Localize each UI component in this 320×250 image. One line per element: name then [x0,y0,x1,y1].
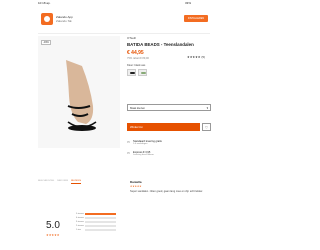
tab-fit[interactable]: PASVORM [57,180,68,184]
tab-reviews[interactable]: REVIEWS [70,180,82,184]
wishlist-heart-icon[interactable]: ♡ [202,123,211,131]
rating-bar-track [85,229,116,231]
truck-icon: ▭ [127,140,130,144]
usp-subtitle: 1-4 werkdagen [133,143,148,145]
rating-bar-label: 5 sterren [76,213,84,215]
product-info: O'Neill BATIDA BEADS - Teenslandalen € 4… [127,36,211,76]
size-select[interactable]: Maat kiezen ▾ [127,104,211,111]
review-card: Daniella ★★★★★ Super sandalen. zitten go… [130,180,210,193]
average-rating: 5.0 [46,220,60,231]
product-brand[interactable]: O'Neill [127,36,211,40]
rating-bar-track [85,221,116,223]
rating-bar-row: 1 ster [76,228,116,232]
average-rating-stars: ★★★★★ [46,233,60,237]
color-swatches [127,69,211,76]
add-to-cart-button[interactable]: Winkel inn [127,123,200,131]
rating-bar-label: 2 sterren [76,225,84,227]
sandal-photo-icon [66,60,97,131]
app-install-banner: Zalando App Zalando SE INSTALLEREN [38,9,210,31]
rating-bar-label: 1 ster [76,229,82,231]
review-tabs: BESCHRIJVING PASVORM REVIEWS [38,180,120,184]
product-rating[interactable]: ★★★★★ (5) [187,55,205,59]
rating-bar-label: 4 sterren [76,217,84,219]
review-stars: ★★★★★ [130,185,142,188]
zalando-app-icon [41,13,53,25]
tab-description[interactable]: BESCHRIJVING [38,180,54,184]
app-subtitle: Zalando SE [56,19,72,23]
status-battery: 33% [185,1,192,5]
rating-bar-track [85,225,116,227]
product-image[interactable]: -49% [38,36,120,148]
rating-bar-track [85,213,116,215]
color-label: Kleur: black ass [127,64,146,67]
install-button[interactable]: INSTALLEREN [184,15,208,22]
status-bar: 10:18 ap. 33% [0,0,250,8]
status-time: 10:18 ap. [38,1,51,5]
usp-item: ▭ Standaard levering gratis 1-4 werkdage… [127,140,211,145]
rating-bar-label: 3 sterren [76,221,84,223]
express-icon: ▭ [127,151,130,155]
usp-subtitle: Levering beschikbaar [133,154,154,156]
rating-distribution: 5 sterren 4 sterren 3 sterren 2 sterren … [76,212,116,232]
rating-bar-fill [85,213,116,215]
product-name: BATIDA BEADS - Teenslandalen [127,42,194,47]
review-text: Super sandalen. zitten goed, gaan lang m… [130,190,203,193]
chevron-down-icon: ▾ [206,105,208,110]
color-swatch[interactable] [138,69,147,76]
color-swatch[interactable] [127,69,136,76]
size-select-label: Maat kiezen [130,105,146,110]
divider [38,33,210,34]
usp-item: ▭ Express € 3,95 Levering beschikbaar [127,151,211,156]
add-to-cart-row: Winkel inn ♡ [127,123,211,131]
reviewer-name: Daniella [130,180,142,184]
sandal-thumb-icon [130,72,135,74]
discount-tag: -49% [41,40,51,45]
rating-bar-track [85,217,116,219]
sandal-thumb-icon [141,72,146,74]
